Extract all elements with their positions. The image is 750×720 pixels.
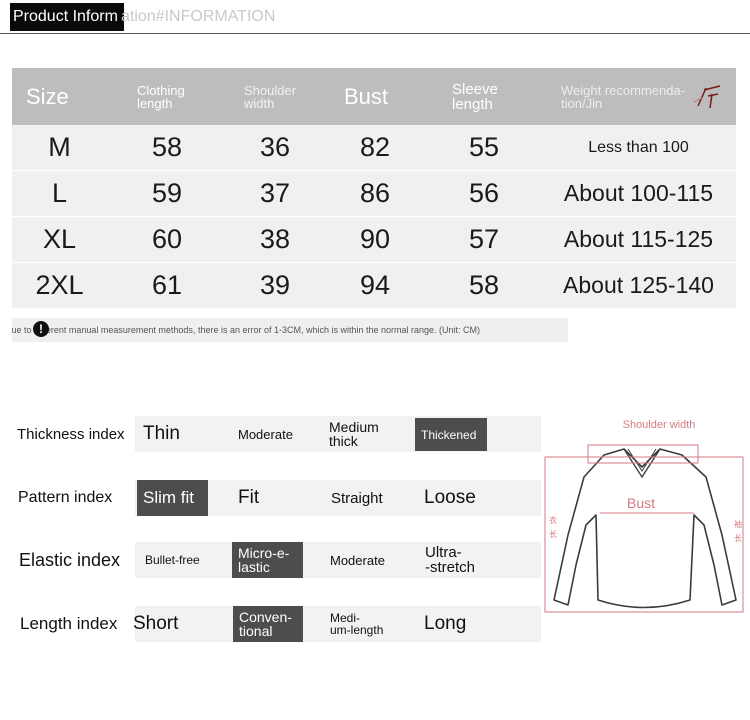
option-moderate: Moderate [238,426,293,442]
cell-shoulder: 37 [259,178,291,208]
option-long: Long [424,613,467,634]
info-icon: ! [33,321,49,337]
bust-label: Bust [627,495,655,511]
cell-shoulder: 38 [259,224,291,254]
elastic-index-label: Elastic index [19,549,121,570]
table-row: XL 60 38 90 57 About 115-125 [12,217,736,263]
option-ultra-stretch: Ultra- -stretch [425,544,476,576]
length-index-row: Length index Short Conven-tional Medi-um… [0,606,545,642]
option-moderate: Moderate [330,552,385,568]
cell-sleeve: 56 [468,178,500,208]
cell-length: 58 [151,132,183,162]
option-thickened-selected: Thickened [415,418,487,451]
garment-measurement-diagram: Shoulder width Bust 衣 长 袖 长 [544,419,744,613]
option-loose: Loose [424,487,476,508]
cell-size: XL [42,224,77,254]
header-sleeve-length: Sleeve length [452,80,498,113]
header-bust: Bust [344,83,389,109]
cell-shoulder: 36 [259,132,291,162]
thickness-index-row: Thickness index Thin Moderate Medium thic… [0,416,545,452]
header-shoulder-width: Shoulder width [244,82,297,111]
pattern-index-row: Pattern index Slim fit Fit Straight Loos… [0,480,545,516]
cell-sleeve: 55 [468,132,500,162]
clothing-length-side-label-2: 长 [549,529,557,539]
size-table-header: Size Clothing length Shoulder width Bust S… [12,68,736,125]
option-bullet-free: Bullet-free [145,553,200,567]
length-index-label: Length index [20,614,118,633]
header-size: Size [26,83,69,109]
header: Product Inform ation#INFORMATION [0,0,750,34]
brand-mark-icon [693,85,721,109]
cell-weight: About 115-125 [563,226,714,252]
option-straight: Straight [331,489,383,507]
cell-weight: About 100-115 [563,180,714,206]
cell-shoulder: 39 [259,270,291,300]
option-medium-length: Medi-um-length [330,611,384,637]
cell-bust: 86 [359,178,391,208]
cell-bust: 90 [359,224,391,254]
cell-length: 59 [151,178,183,208]
clothing-length-side-label: 衣 [549,515,557,525]
pattern-index-label: Pattern index [18,489,113,506]
sleeve-length-side-label-2: 长 [734,533,742,543]
cell-weight: About 125-140 [563,272,714,298]
thickness-index-label: Thickness index [17,425,125,443]
table-row: M 58 36 82 55 Less than 100 [12,125,736,171]
option-conventional-selected: Conven-tional [233,606,303,642]
sleeve-length-side-label: 袖 [734,519,742,529]
cell-length: 61 [151,270,183,300]
option-slim-fit-selected: Slim fit [137,480,208,516]
header-divider [0,33,750,34]
cell-bust: 94 [359,270,391,300]
measurement-note: Due to different manual measurement meth… [12,318,568,342]
cell-bust: 82 [359,132,391,162]
header-title: Product Inform [10,3,124,31]
table-row: 2XL 61 39 94 58 About 125-140 [12,263,736,309]
option-fit: Fit [238,487,260,508]
cell-weight: Less than 100 [588,139,689,156]
header-weight-recommendation: Weight recommenda-tion/Jin [561,82,686,111]
cell-size: 2XL [35,270,84,300]
elastic-index-row: Elastic index Bullet-free Micro-e-lastic… [0,542,545,578]
option-short: Short [133,613,179,634]
option-micro-elastic-selected: Micro-e-lastic [232,542,303,578]
header-clothing-length: Clothing length [137,82,185,111]
cell-sleeve: 57 [468,224,500,254]
option-medium-thick: Medium thick [329,419,379,449]
cell-size: L [51,178,68,208]
cell-size: M [48,132,71,162]
shoulder-width-label: Shoulder width [623,419,696,431]
header-ghost-text: ation#INFORMATION [121,8,276,25]
size-table: Size Clothing length Shoulder width Bust S… [12,68,736,309]
option-thin: Thin [143,423,180,444]
cell-sleeve: 58 [468,270,500,300]
cell-length: 60 [151,224,183,254]
table-row: L 59 37 86 56 About 100-115 [12,171,736,217]
